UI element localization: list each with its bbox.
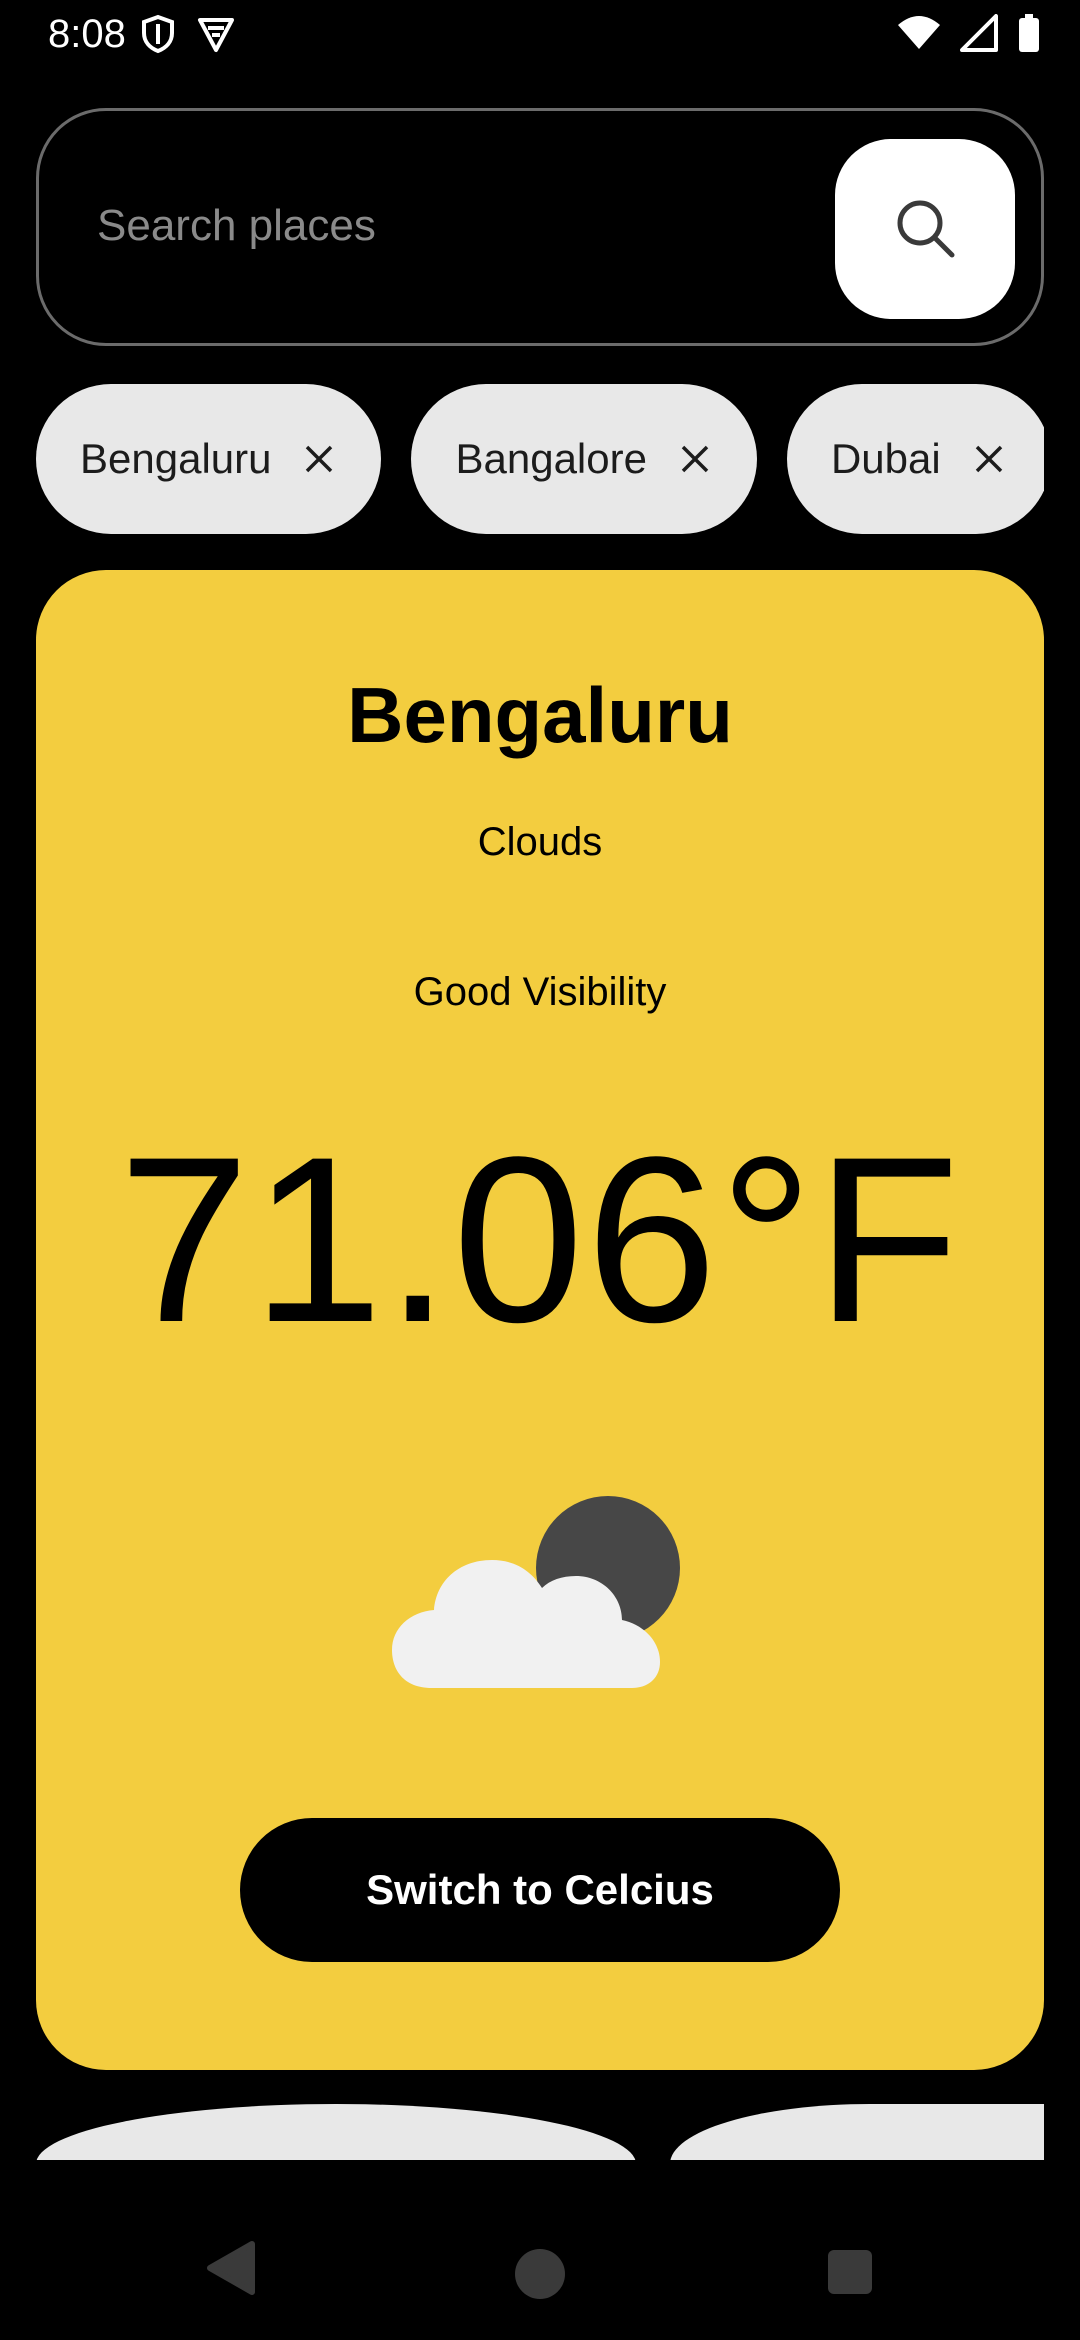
chip-label: Bengaluru xyxy=(80,435,272,482)
weather-card: Bengaluru Clouds Good Visibility 71.06°F… xyxy=(36,570,1044,2070)
back-icon[interactable] xyxy=(206,2240,256,2301)
close-icon[interactable] xyxy=(971,441,1007,477)
chip-label: Dubai xyxy=(830,435,941,482)
cloud-night-icon xyxy=(392,1490,692,1710)
shield-icon xyxy=(140,14,176,59)
signal-icon xyxy=(960,14,1000,57)
chip-bengaluru[interactable]: Bengaluru xyxy=(36,384,382,534)
chip-bangalore[interactable]: Bangalore xyxy=(411,384,757,534)
weather-app-screen: 8:08 Search places Bengaluru Bangalore D… xyxy=(0,0,1080,2340)
visibility-status: Good Visibility xyxy=(413,970,667,1014)
status-right-icons xyxy=(896,14,1040,57)
status-bar: 8:08 xyxy=(0,0,1080,72)
switch-unit-button[interactable]: Switch to Celcius xyxy=(240,1818,840,1962)
recent-places-chips: Bengaluru Bangalore Dubai xyxy=(36,384,1044,534)
vpn-icon xyxy=(196,14,236,59)
recents-icon[interactable] xyxy=(826,2248,874,2301)
status-time: 8:08 xyxy=(48,12,126,56)
battery-icon xyxy=(1018,14,1040,57)
next-card-preview[interactable] xyxy=(670,2104,1044,2164)
city-name: Bengaluru xyxy=(347,671,733,759)
wifi-icon xyxy=(896,15,942,56)
temperature-value: 71.06°F xyxy=(118,1108,962,1372)
close-icon[interactable] xyxy=(677,441,713,477)
status-left-icons xyxy=(140,14,236,59)
search-input[interactable] xyxy=(97,181,797,271)
chip-dubai[interactable]: Dubai xyxy=(786,384,1044,534)
search-icon xyxy=(892,195,958,264)
home-icon[interactable] xyxy=(514,2248,566,2305)
next-card-preview[interactable] xyxy=(36,2104,636,2164)
chip-label: Bangalore xyxy=(455,435,647,482)
search-button[interactable] xyxy=(835,139,1015,319)
weather-condition: Clouds xyxy=(477,820,603,864)
close-icon[interactable] xyxy=(301,441,337,477)
navigation-bar xyxy=(0,2200,1080,2340)
search-bar xyxy=(36,108,1044,346)
